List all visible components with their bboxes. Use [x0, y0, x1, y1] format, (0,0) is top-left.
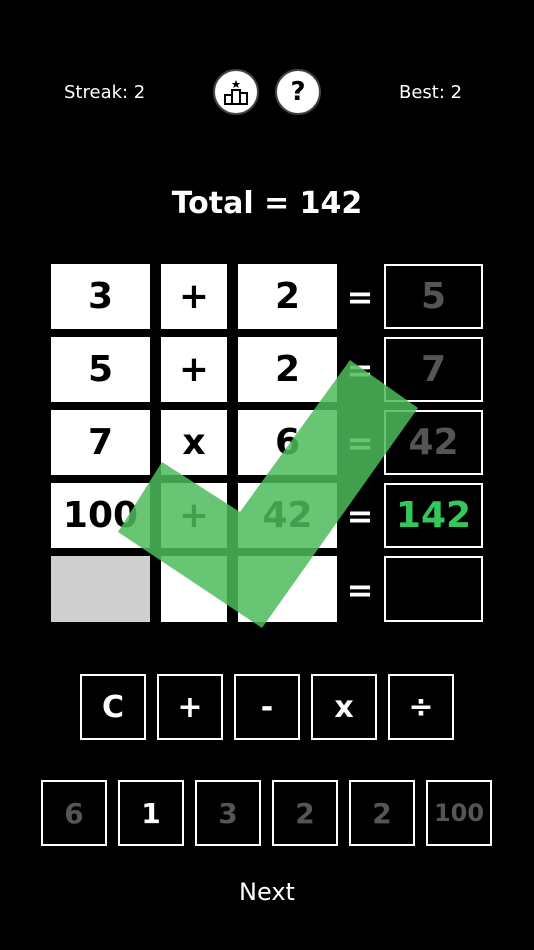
number-tile-used[interactable]: 6	[41, 780, 107, 846]
operand-a-cell[interactable]: 5	[51, 337, 150, 402]
number-tile-used[interactable]: 100	[426, 780, 492, 846]
leaderboard-podium-icon	[224, 80, 248, 105]
equals-sign: =	[346, 571, 374, 609]
help-button[interactable]: ?	[275, 69, 321, 115]
plus-button[interactable]: +	[157, 674, 223, 740]
operator-cell[interactable]	[161, 556, 227, 622]
result-cell: 7	[384, 337, 483, 402]
total-title: Total = 142	[171, 186, 363, 221]
minus-button[interactable]: -	[234, 674, 300, 740]
operator-cell[interactable]: +	[161, 337, 227, 402]
operand-a-cell[interactable]: 3	[51, 264, 150, 329]
operand-a-cell[interactable]: 7	[51, 410, 150, 475]
operand-b-cell[interactable]: 2	[238, 337, 337, 402]
equals-sign: =	[346, 351, 374, 389]
operator-cell[interactable]: x	[161, 410, 227, 475]
operand-b-cell[interactable]: 42	[238, 483, 337, 548]
result-cell: 5	[384, 264, 483, 329]
operand-b-cell[interactable]: 2	[238, 264, 337, 329]
equals-sign: =	[346, 424, 374, 462]
number-tile-used[interactable]: 2	[349, 780, 415, 846]
result-cell-final: 142	[384, 483, 483, 548]
result-cell	[384, 556, 483, 622]
equals-sign: =	[346, 278, 374, 316]
question-mark-icon: ?	[290, 77, 306, 107]
next-button[interactable]: Next	[0, 878, 534, 906]
operator-cell[interactable]: +	[161, 483, 227, 548]
clear-button[interactable]: C	[80, 674, 146, 740]
leaderboard-button[interactable]	[213, 69, 259, 115]
number-tile-used[interactable]: 2	[272, 780, 338, 846]
number-tile-available[interactable]: 1	[118, 780, 184, 846]
number-tile-used[interactable]: 3	[195, 780, 261, 846]
divide-button[interactable]: ÷	[388, 674, 454, 740]
best-label: Best: 2	[399, 82, 463, 103]
operand-a-cell[interactable]: 100	[51, 483, 150, 548]
operator-cell[interactable]: +	[161, 264, 227, 329]
operand-a-cell-selected[interactable]	[51, 556, 150, 622]
operand-b-cell[interactable]	[238, 556, 337, 622]
operand-b-cell[interactable]: 6	[238, 410, 337, 475]
equals-sign: =	[346, 497, 374, 535]
result-cell: 42	[384, 410, 483, 475]
multiply-button[interactable]: x	[311, 674, 377, 740]
streak-label: Streak: 2	[64, 82, 146, 103]
